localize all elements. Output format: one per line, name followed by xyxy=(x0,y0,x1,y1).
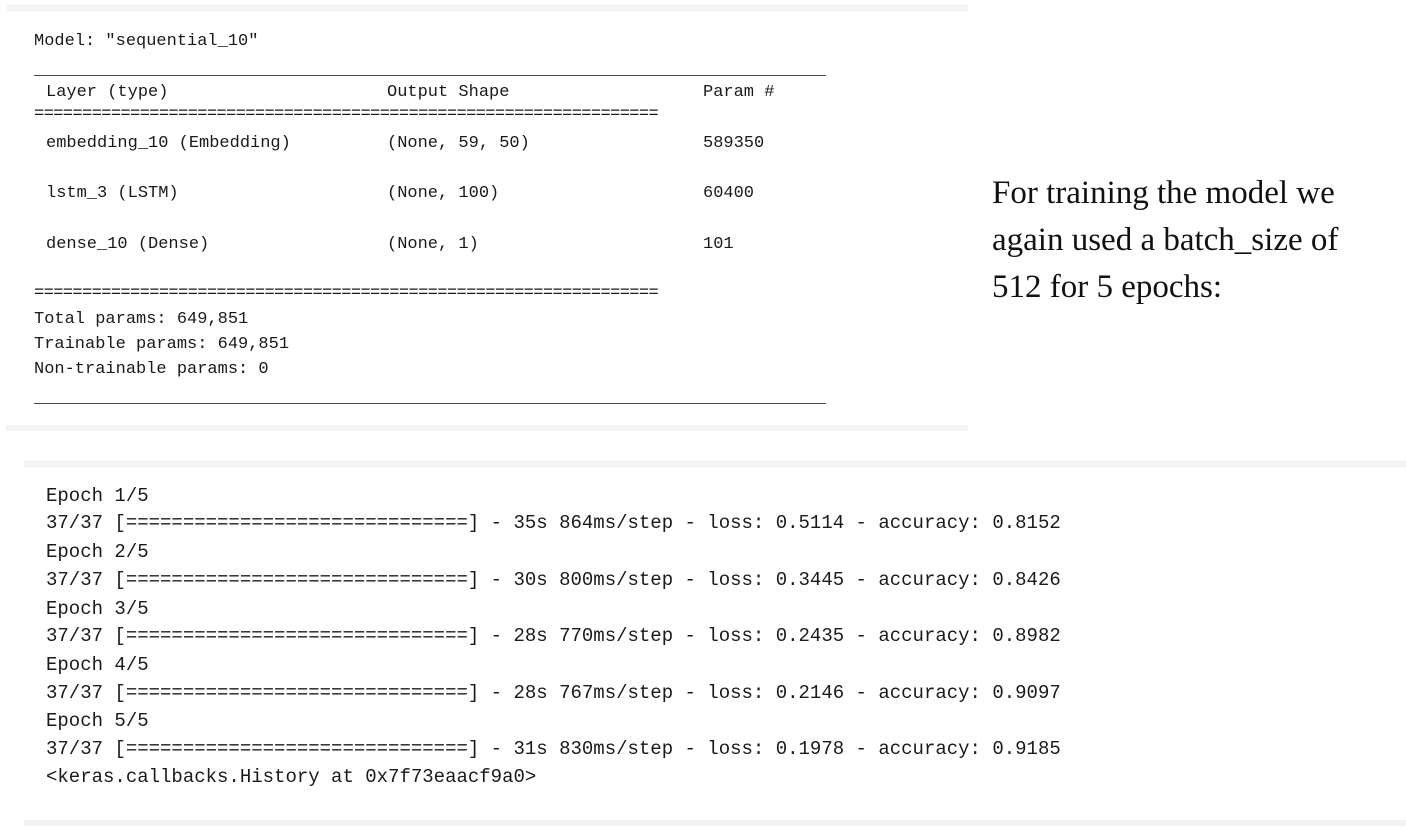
row-output-shape: (None, 100) xyxy=(387,184,500,203)
row-param-count: 101 xyxy=(703,235,734,254)
non-trainable-params: Non-trainable params: 0 xyxy=(34,360,269,379)
header-output-shape: Output Shape xyxy=(387,83,510,102)
row-output-shape: (None, 59, 50) xyxy=(387,134,530,153)
bottom-rule xyxy=(34,403,826,404)
epoch-progress-line: 37/37 [==============================] -… xyxy=(46,625,1061,647)
epoch-label: Epoch 4/5 xyxy=(46,654,149,676)
footer-equals-rule: ========================================… xyxy=(34,285,659,302)
header-layer: Layer (type) xyxy=(46,83,169,102)
history-result: <keras.callbacks.History at 0x7f73eaacf9… xyxy=(46,766,537,788)
description-line: 512 for 5 epochs: xyxy=(992,269,1223,305)
epoch-progress-line: 37/37 [==============================] -… xyxy=(46,569,1061,591)
epoch-progress-line: 37/37 [==============================] -… xyxy=(46,512,1061,534)
trainable-params: Trainable params: 649,851 xyxy=(34,335,290,354)
row-layer-name: dense_10 (Dense) xyxy=(46,235,210,254)
description-line: For training the model we xyxy=(992,175,1335,211)
training-output: Epoch 1/5 37/37 [=======================… xyxy=(24,461,1406,826)
row-output-shape: (None, 1) xyxy=(387,235,479,254)
epoch-label: Epoch 5/5 xyxy=(46,710,149,732)
description-line: again used a batch_size of xyxy=(992,222,1339,258)
row-layer-name: embedding_10 (Embedding) xyxy=(46,134,291,153)
epoch-label: Epoch 1/5 xyxy=(46,485,149,507)
row-param-count: 589350 xyxy=(703,134,765,153)
training-description: For training the model we again used a b… xyxy=(992,170,1392,311)
epoch-label: Epoch 3/5 xyxy=(46,598,149,620)
row-param-count: 60400 xyxy=(703,184,755,203)
epoch-progress-line: 37/37 [==============================] -… xyxy=(46,682,1061,704)
total-params: Total params: 649,851 xyxy=(34,310,249,329)
model-name-line: Model: "sequential_10" xyxy=(34,32,259,51)
header-param: Param # xyxy=(703,83,775,102)
model-summary-output: Model: "sequential_10" Layer (type) Outp… xyxy=(6,5,968,431)
epoch-label: Epoch 2/5 xyxy=(46,541,149,563)
header-equals-rule: ========================================… xyxy=(34,106,659,123)
row-layer-name: lstm_3 (LSTM) xyxy=(46,184,179,203)
top-rule xyxy=(34,75,826,76)
epoch-progress-line: 37/37 [==============================] -… xyxy=(46,738,1061,760)
